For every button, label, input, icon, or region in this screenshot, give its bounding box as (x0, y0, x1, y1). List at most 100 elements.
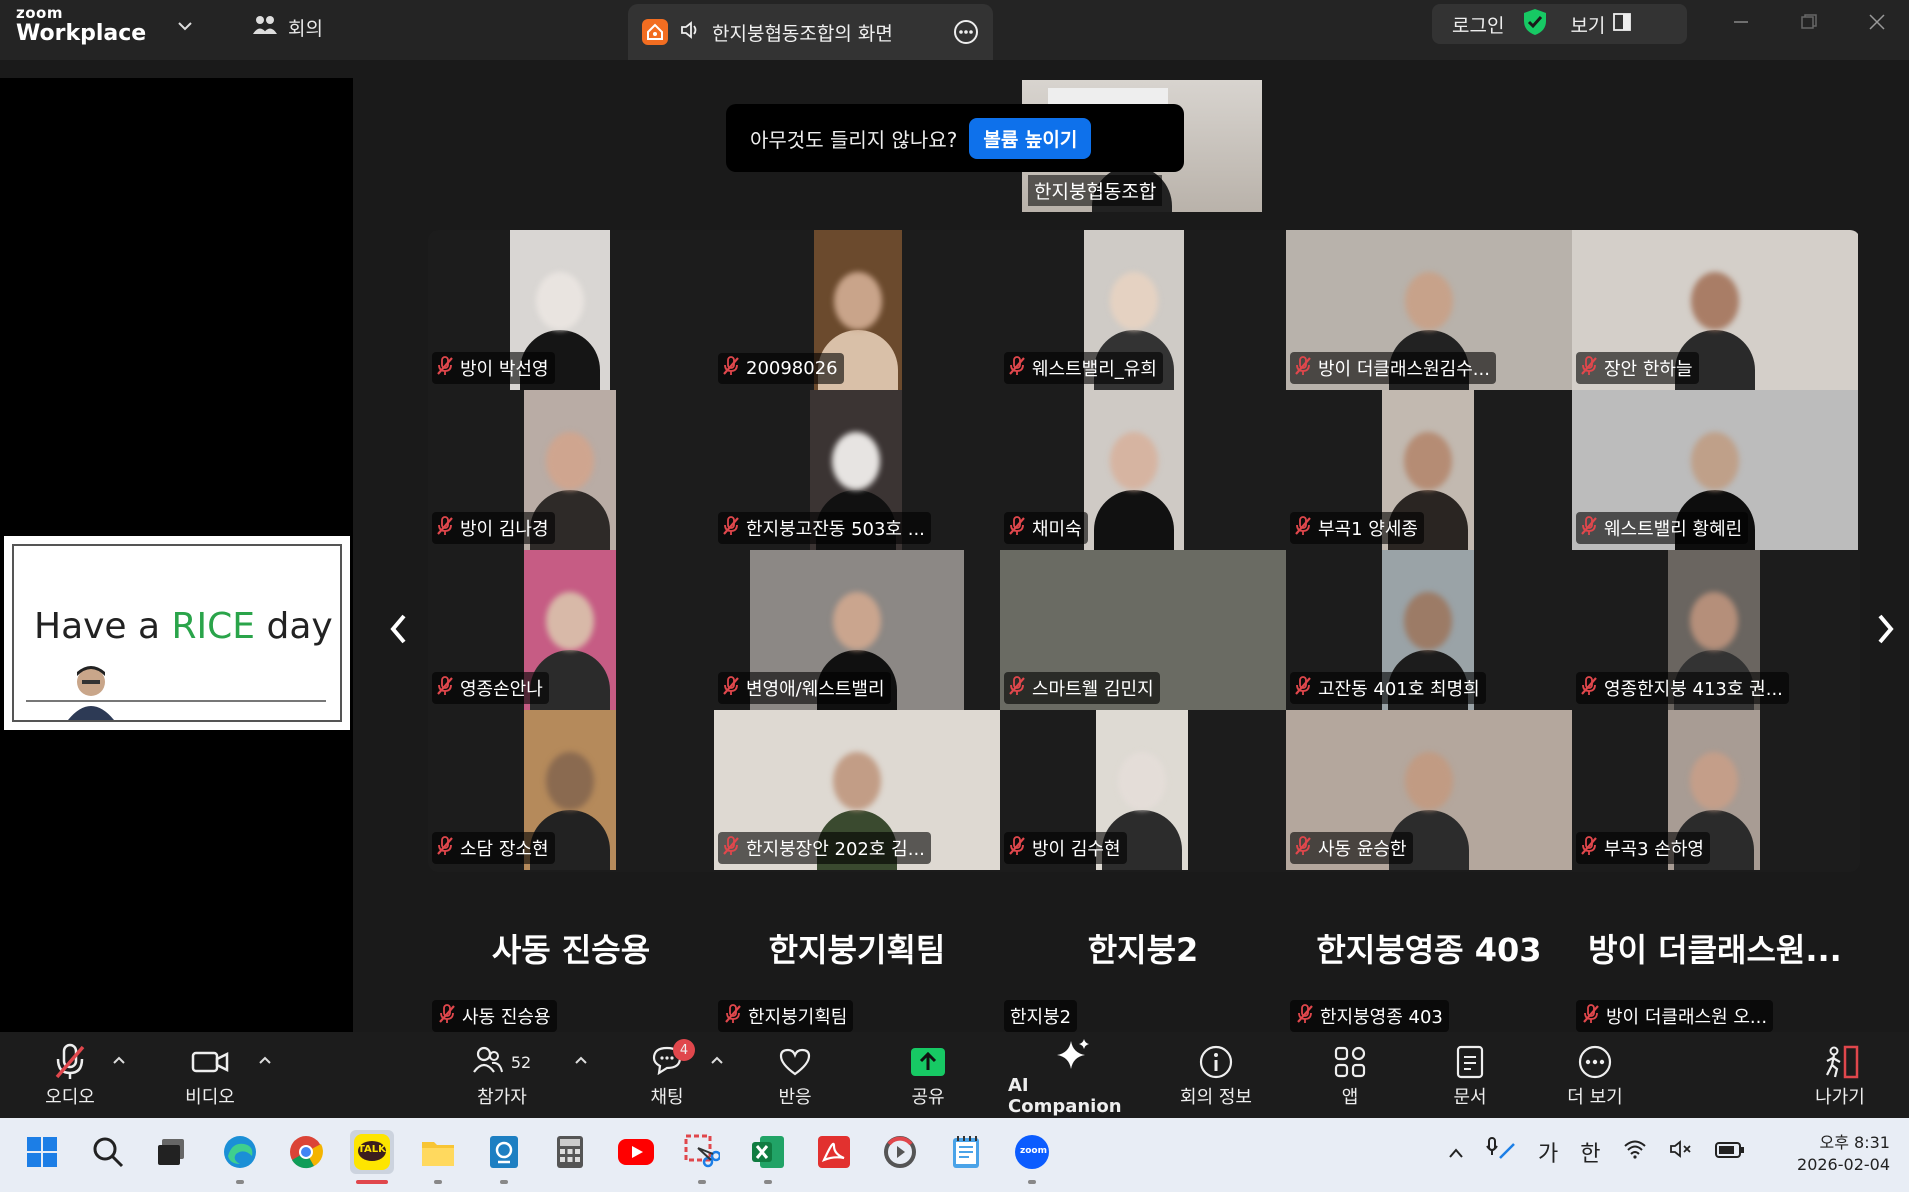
participant-video-tile[interactable]: 고잔동 401호 최명희 (1286, 550, 1572, 710)
participant-face (1404, 432, 1452, 490)
chevron-down-icon[interactable] (178, 16, 192, 35)
hancom-running-indicator (500, 1180, 508, 1184)
shield-check-icon[interactable] (1522, 8, 1548, 41)
participant-name: 방이 김수현 (1032, 839, 1121, 860)
ime-korean-ga[interactable]: 가 (1538, 1136, 1558, 1168)
participant-video-tile[interactable]: 소담 장소현 (428, 710, 714, 870)
chrome-browser-icon[interactable] (284, 1130, 328, 1174)
no-video-participant-name[interactable]: 한지붕기획팀 (714, 925, 1000, 971)
participant-video-tile[interactable]: 방이 김나경 (428, 390, 714, 550)
layout-icon[interactable] (1613, 12, 1632, 36)
participant-name-label: 방이 더클래스원김수... (1290, 352, 1496, 384)
maximize-icon[interactable] (1800, 12, 1818, 37)
screen-share-tab[interactable]: 한지붕협동조합의 화면 (628, 4, 993, 60)
participant-video-tile[interactable]: 장안 한하늘 (1572, 230, 1858, 390)
participant-video-tile[interactable]: 한지붕고잔동 503호 ... (714, 390, 1000, 550)
no-video-participant-name[interactable]: 한지붕영종 403 (1286, 925, 1572, 971)
participant-video-tile[interactable]: 한지붕장안 202호 김... (714, 710, 1000, 870)
notepad-icon[interactable] (944, 1130, 988, 1174)
participant-video-tile[interactable]: 변영애/웨스트밸리 (714, 550, 1000, 710)
reactions-button[interactable]: 반응 (755, 1032, 835, 1118)
zoom-app-icon[interactable]: zoom (1010, 1130, 1054, 1174)
participant-video-tile[interactable]: 채미숙 (1000, 390, 1286, 550)
view-button[interactable]: 보기 (1570, 11, 1605, 38)
speaker-muted-icon[interactable] (1669, 1139, 1693, 1165)
participant-video-tile[interactable]: 방이 더클래스원김수... (1286, 230, 1572, 390)
participant-video-tile[interactable]: 부곡3 손하영 (1572, 710, 1858, 870)
calculator-icon[interactable] (548, 1130, 592, 1174)
audio-options-caret-icon[interactable] (112, 1050, 126, 1069)
task-view-icon[interactable] (150, 1130, 194, 1174)
photo-editor-icon[interactable] (878, 1130, 922, 1174)
participant-name-label: 웨스트밸리 황혜린 (1576, 512, 1749, 544)
chevron-left-icon[interactable] (388, 612, 410, 655)
chat-options-caret-icon[interactable] (710, 1050, 724, 1069)
no-video-participant-name[interactable]: 방이 더클래스원... (1572, 925, 1858, 971)
ai-companion-button[interactable]: AI Companion (1008, 1032, 1138, 1118)
participant-video-tile[interactable]: 영종한지붕 413호 권... (1572, 550, 1858, 710)
meeting-menu-label: 회의 (288, 18, 323, 40)
participant-video-tile[interactable]: 웨스트밸리 황혜린 (1572, 390, 1858, 550)
info-icon (1199, 1041, 1233, 1083)
participant-video-tile[interactable]: 사동 윤승한 (1286, 710, 1572, 870)
more-button[interactable]: 더 보기 (1550, 1032, 1640, 1118)
docs-button[interactable]: 문서 (1430, 1032, 1510, 1118)
participant-video-tile[interactable]: 부곡1 양세종 (1286, 390, 1572, 550)
search-icon[interactable] (86, 1130, 130, 1174)
video-button[interactable]: 비디오 (170, 1032, 250, 1118)
file-explorer-icon[interactable] (416, 1130, 460, 1174)
participant-video-tile[interactable]: 20098026 (714, 230, 1000, 390)
shared-slide-thumbnail[interactable]: Have a RICE day (4, 536, 350, 730)
logo-zoom-text: zoom (16, 4, 63, 22)
audio-button[interactable]: 오디오 (30, 1032, 110, 1118)
more-options-icon[interactable] (953, 19, 979, 49)
participant-video-tile[interactable]: 웨스트밸리_유희 (1000, 230, 1286, 390)
participant-video-tile[interactable]: 방이 박선영 (428, 230, 714, 390)
meeting-menu[interactable]: 회의 (252, 14, 323, 41)
show-hidden-icons-chevron-icon[interactable] (1448, 1140, 1464, 1165)
participant-name: 한지붕고잔동 503호 ... (746, 519, 925, 540)
zoom-workplace-logo[interactable]: zoom Workplace (16, 6, 146, 45)
participant-video-tile[interactable]: 영종손안나 (428, 550, 714, 710)
login-button[interactable]: 로그인 (1452, 11, 1504, 38)
video-options-caret-icon[interactable] (258, 1050, 272, 1069)
participant-name-label: 웨스트밸리_유희 (1004, 352, 1163, 384)
kakaotalk-active-indicator (356, 1180, 388, 1184)
chat-button[interactable]: 4 채팅 (627, 1032, 707, 1118)
share-screen-button[interactable]: 공유 (888, 1032, 968, 1118)
title-bar: zoom Workplace 회의 한지붕협동조합의 화면 로그인 보기 (0, 0, 1909, 60)
ime-korean-han[interactable]: 한 (1580, 1136, 1600, 1168)
taskbar-clock[interactable]: 오후 8:31 2026-02-04 (1790, 1132, 1890, 1176)
participant-face (1690, 752, 1738, 810)
participant-name: 채미숙 (1032, 519, 1082, 540)
chevron-right-icon[interactable] (1874, 612, 1896, 655)
no-video-participant-name[interactable]: 사동 진승용 (428, 925, 714, 971)
no-video-participant-name[interactable]: 한지붕2 (1000, 925, 1286, 971)
meeting-info-button[interactable]: 회의 정보 (1171, 1032, 1261, 1118)
participant-video-tile[interactable]: 방이 김수현 (1000, 710, 1286, 870)
meeting-info-label: 회의 정보 (1180, 1087, 1252, 1108)
snipping-tool-icon[interactable] (680, 1130, 724, 1174)
apps-button[interactable]: 앱 (1310, 1032, 1390, 1118)
battery-icon[interactable] (1714, 1140, 1745, 1165)
windows-start-icon[interactable] (20, 1130, 64, 1174)
pen-input-icon[interactable] (1486, 1136, 1516, 1168)
wifi-icon[interactable] (1623, 1139, 1647, 1165)
increase-volume-button[interactable]: 볼륨 높이기 (969, 117, 1092, 159)
participant-face (833, 752, 881, 810)
hancom-icon[interactable] (482, 1130, 526, 1174)
speaker-icon[interactable] (680, 21, 700, 43)
leave-button[interactable]: 나가기 (1800, 1032, 1880, 1118)
kakaotalk-icon[interactable]: TALK (350, 1130, 394, 1174)
minimize-icon[interactable] (1732, 12, 1750, 37)
edge-browser-icon[interactable] (218, 1130, 262, 1174)
participant-name: 변영애/웨스트밸리 (746, 679, 885, 700)
pdf-reader-icon[interactable] (812, 1130, 856, 1174)
close-icon[interactable] (1868, 12, 1886, 37)
youtube-icon[interactable] (614, 1130, 658, 1174)
ai-companion-label: AI Companion (1008, 1075, 1122, 1117)
participants-button[interactable]: 52 참가자 (462, 1032, 542, 1118)
excel-icon[interactable] (746, 1130, 790, 1174)
participant-video-tile[interactable]: 스마트웰 김민지 (1000, 550, 1286, 710)
participants-options-caret-icon[interactable] (574, 1050, 588, 1069)
